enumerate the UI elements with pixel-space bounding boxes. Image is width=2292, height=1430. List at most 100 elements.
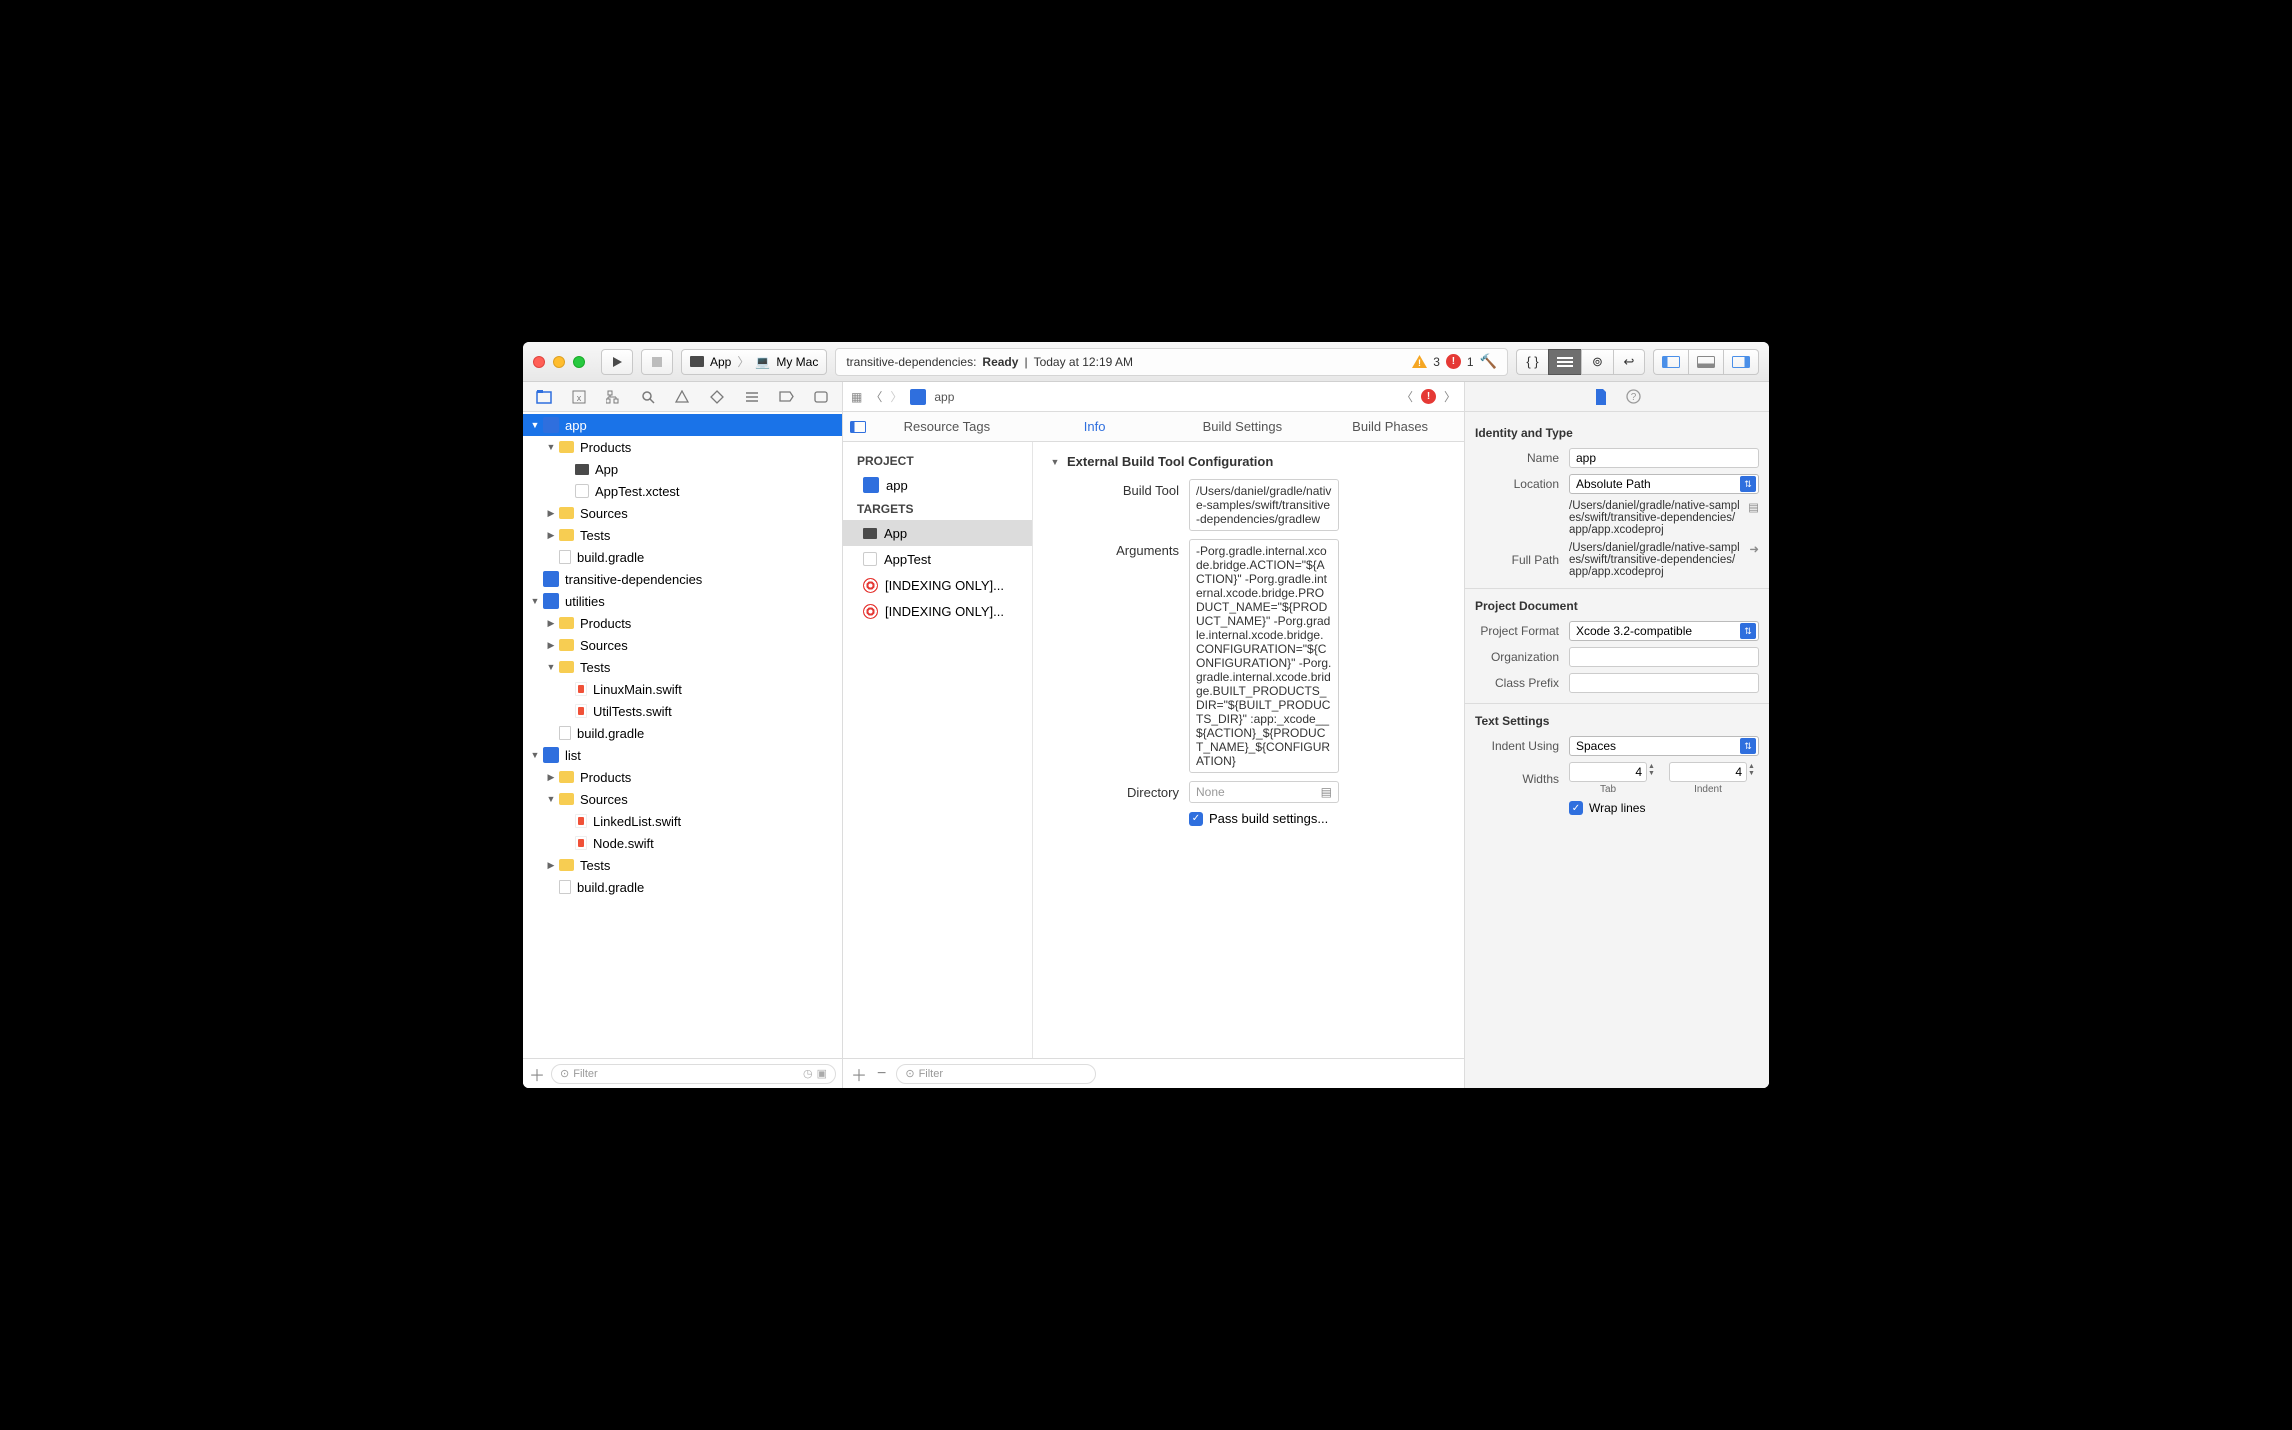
- add-button[interactable]: ＋: [529, 1062, 545, 1086]
- warning-icon[interactable]: !: [1412, 355, 1427, 368]
- scm-filter-icon[interactable]: ▣: [817, 1067, 827, 1080]
- minimize-window-button[interactable]: [553, 356, 565, 368]
- disclosure-icon[interactable]: [545, 662, 557, 672]
- help-inspector-tab[interactable]: ?: [1626, 389, 1641, 404]
- jumpbar-item[interactable]: app: [934, 390, 954, 404]
- folder-chooser-icon[interactable]: ▤: [1748, 500, 1759, 514]
- tree-row[interactable]: app: [523, 414, 842, 436]
- close-window-button[interactable]: [533, 356, 545, 368]
- navigator-filter-input[interactable]: ⊙ Filter ◷ ▣: [551, 1064, 836, 1084]
- tab-build-phases[interactable]: Build Phases: [1316, 419, 1464, 434]
- review-editor-button[interactable]: ↩: [1613, 349, 1645, 375]
- tree-row[interactable]: Tests: [523, 524, 842, 546]
- tree-row[interactable]: Node.swift: [523, 832, 842, 854]
- targets-filter-input[interactable]: ⊙ Filter: [896, 1064, 1096, 1084]
- test-navigator-tab[interactable]: [704, 385, 730, 409]
- name-input[interactable]: app: [1569, 448, 1759, 468]
- target-row[interactable]: [INDEXING ONLY]...: [843, 572, 1032, 598]
- target-row[interactable]: AppTest: [843, 546, 1032, 572]
- project-item[interactable]: app: [843, 472, 1032, 498]
- version-editor-button[interactable]: ⊚: [1581, 349, 1613, 375]
- hammer-icon[interactable]: 🔨: [1480, 353, 1497, 370]
- find-navigator-tab[interactable]: [635, 385, 661, 409]
- file-inspector-tab[interactable]: [1594, 389, 1608, 405]
- disclosure-icon[interactable]: [529, 750, 541, 760]
- tab-info[interactable]: Info: [1021, 419, 1169, 434]
- tree-row[interactable]: Sources: [523, 634, 842, 656]
- next-issue-button[interactable]: 〉: [1444, 388, 1456, 405]
- zoom-window-button[interactable]: [573, 356, 585, 368]
- location-select[interactable]: Absolute Path⇅: [1569, 474, 1759, 494]
- issue-badge-icon[interactable]: !: [1421, 389, 1436, 404]
- project-tree[interactable]: appProductsAppAppTest.xctestSourcesTests…: [523, 412, 842, 1058]
- tree-row[interactable]: Products: [523, 612, 842, 634]
- tree-row[interactable]: Tests: [523, 656, 842, 678]
- disclosure-icon[interactable]: [545, 530, 557, 541]
- disclosure-icon[interactable]: [545, 794, 557, 804]
- toggle-targets-panel-button[interactable]: [843, 421, 873, 433]
- back-button[interactable]: 〈: [870, 388, 882, 405]
- indent-using-select[interactable]: Spaces⇅: [1569, 736, 1759, 756]
- tree-row[interactable]: utilities: [523, 590, 842, 612]
- folder-picker-icon[interactable]: ▤: [1321, 785, 1332, 799]
- class-prefix-input[interactable]: [1569, 673, 1759, 693]
- clock-icon[interactable]: ◷: [803, 1067, 813, 1080]
- related-items-icon[interactable]: ▦: [851, 390, 862, 404]
- tab-width-stepper[interactable]: 4▲▼: [1569, 762, 1647, 782]
- report-navigator-tab[interactable]: [808, 385, 834, 409]
- reveal-icon[interactable]: ➜: [1749, 542, 1759, 556]
- symbol-navigator-tab[interactable]: [600, 385, 626, 409]
- tree-row[interactable]: transitive-dependencies: [523, 568, 842, 590]
- remove-target-button[interactable]: −: [877, 1065, 886, 1083]
- indent-width-stepper[interactable]: 4▲▼: [1669, 762, 1747, 782]
- tree-row[interactable]: LinkedList.swift: [523, 810, 842, 832]
- target-row[interactable]: [INDEXING ONLY]...: [843, 598, 1032, 624]
- arguments-input[interactable]: -Porg.gradle.internal.xcode.bridge.ACTIO…: [1189, 539, 1339, 773]
- breakpoint-navigator-tab[interactable]: [773, 385, 799, 409]
- tree-row[interactable]: build.gradle: [523, 546, 842, 568]
- stop-button[interactable]: [641, 349, 673, 375]
- tree-row[interactable]: Products: [523, 766, 842, 788]
- debug-navigator-tab[interactable]: [739, 385, 765, 409]
- directory-input[interactable]: None▤: [1189, 781, 1339, 803]
- add-target-button[interactable]: ＋: [851, 1062, 867, 1086]
- toggle-navigator-button[interactable]: [1653, 349, 1688, 375]
- tree-row[interactable]: Sources: [523, 502, 842, 524]
- tree-row[interactable]: AppTest.xctest: [523, 480, 842, 502]
- tab-build-settings[interactable]: Build Settings: [1169, 419, 1317, 434]
- project-format-select[interactable]: Xcode 3.2-compatible⇅: [1569, 621, 1759, 641]
- build-tool-input[interactable]: /Users/daniel/gradle/native-samples/swif…: [1189, 479, 1339, 531]
- error-icon[interactable]: !: [1446, 354, 1461, 369]
- disclosure-icon[interactable]: [545, 640, 557, 651]
- tree-row[interactable]: Sources: [523, 788, 842, 810]
- disclosure-icon[interactable]: [545, 618, 557, 629]
- wrap-lines-checkbox[interactable]: ✓ Wrap lines: [1569, 801, 1759, 815]
- disclosure-icon[interactable]: [529, 596, 541, 606]
- disclosure-icon[interactable]: [545, 442, 557, 452]
- tree-row[interactable]: Tests: [523, 854, 842, 876]
- disclosure-icon[interactable]: [545, 772, 557, 783]
- tab-resource-tags[interactable]: Resource Tags: [873, 419, 1021, 434]
- tree-row[interactable]: Products: [523, 436, 842, 458]
- run-button[interactable]: [601, 349, 633, 375]
- issue-navigator-tab[interactable]: [669, 385, 695, 409]
- target-row[interactable]: App: [843, 520, 1032, 546]
- toggle-debug-button[interactable]: [1688, 349, 1723, 375]
- disclosure-icon[interactable]: [545, 860, 557, 871]
- tree-row[interactable]: LinuxMain.swift: [523, 678, 842, 700]
- assistant-editor-button[interactable]: [1548, 349, 1581, 375]
- section-title[interactable]: External Build Tool Configuration: [1049, 454, 1448, 469]
- tree-row[interactable]: UtilTests.swift: [523, 700, 842, 722]
- tree-row[interactable]: App: [523, 458, 842, 480]
- tree-row[interactable]: build.gradle: [523, 722, 842, 744]
- toggle-inspector-button[interactable]: [1723, 349, 1759, 375]
- standard-editor-button[interactable]: { }: [1516, 349, 1548, 375]
- organization-input[interactable]: [1569, 647, 1759, 667]
- project-navigator-tab[interactable]: [531, 385, 557, 409]
- disclosure-icon[interactable]: [529, 420, 541, 430]
- scheme-selector[interactable]: App 〉 💻 My Mac: [681, 349, 827, 375]
- disclosure-icon[interactable]: [545, 508, 557, 519]
- disclosure-icon[interactable]: [1049, 457, 1061, 467]
- forward-button[interactable]: 〉: [890, 388, 902, 405]
- pass-settings-checkbox[interactable]: ✓ Pass build settings...: [1189, 811, 1339, 826]
